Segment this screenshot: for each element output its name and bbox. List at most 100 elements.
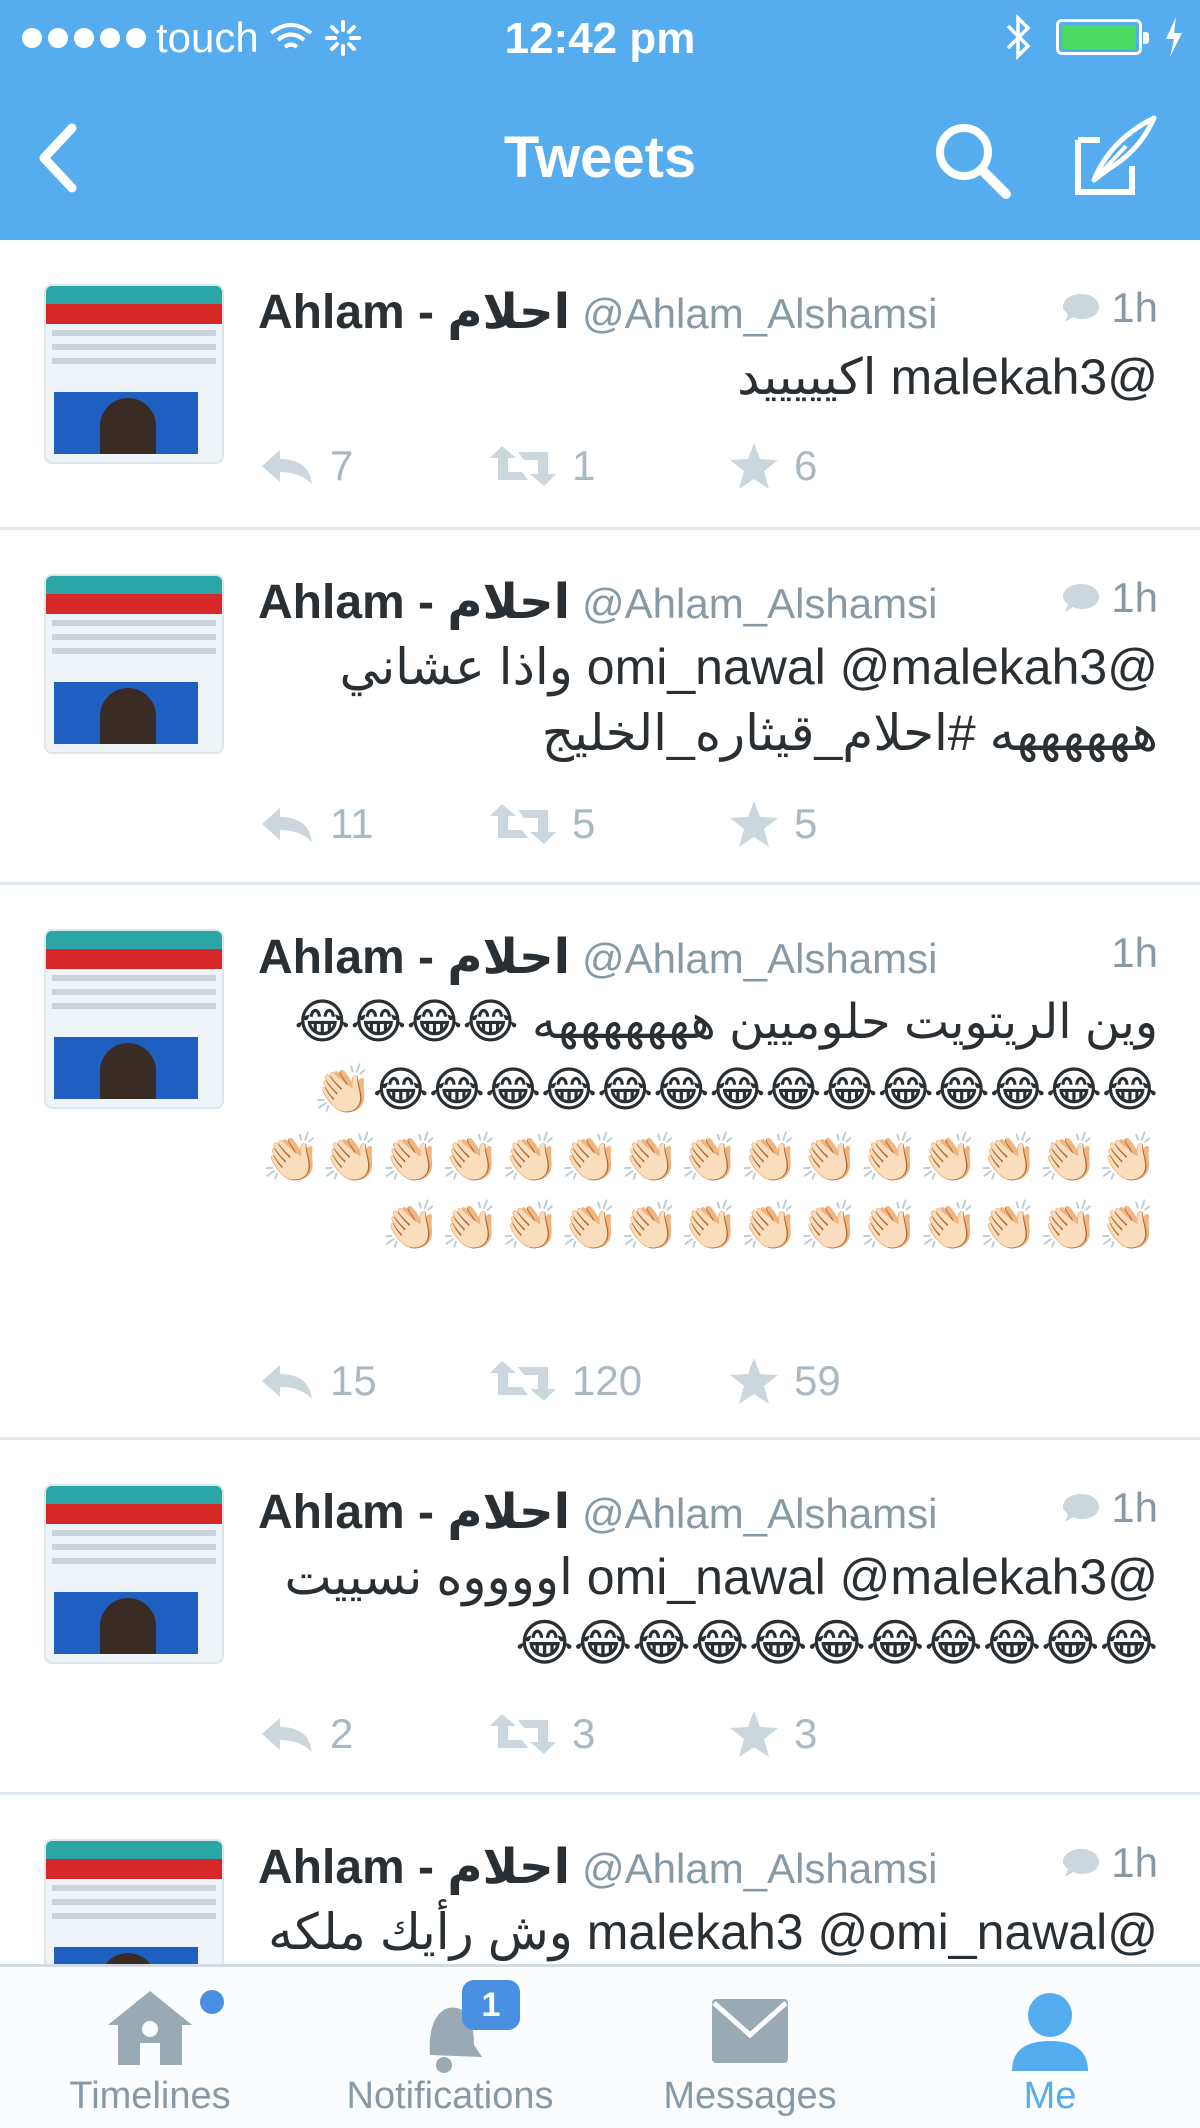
tweet-actions: 7 1 6 (258, 436, 928, 496)
retweet-count: 5 (572, 800, 596, 847)
reply-count: 11 (330, 800, 374, 847)
retweet-count: 120 (572, 1357, 643, 1404)
retweet-icon (490, 1361, 556, 1401)
reply-count: 7 (330, 442, 354, 489)
tweet-time: 1h (1111, 929, 1158, 976)
tab-label: Messages (663, 2075, 837, 2117)
tweet-header: Ahlam - احلام @Ahlam_Alshamsi 1h (258, 929, 1158, 989)
favorite-count: 6 (794, 442, 818, 489)
tweet-text: @omi_nawal @malekah3 اووووه نسييت 😂😂😂😂😂😂… (284, 1549, 1158, 1671)
tweet-text: @malekah3 اكيييييد (737, 349, 1158, 405)
avatar[interactable] (44, 1484, 224, 1664)
retweet-icon (490, 1714, 556, 1754)
reply-count: 2 (330, 1710, 354, 1757)
person-icon (1012, 1993, 1088, 2071)
star-icon (730, 443, 778, 489)
retweet-icon (490, 804, 556, 844)
tweet-author-name[interactable]: Ahlam - احلام (258, 1841, 570, 1894)
status-right (1004, 14, 1184, 60)
favorite-button[interactable]: 3 (728, 1709, 928, 1759)
retweet-button[interactable]: 5 (488, 800, 728, 848)
tab-messages[interactable]: Messages (600, 1967, 900, 2128)
tweet-text: @malekah3 @omi_nawal وش رأيك ملكه (268, 1904, 1158, 1960)
tweet-time: 1h (1111, 574, 1158, 621)
retweet-button[interactable]: 3 (488, 1710, 728, 1758)
tweet-item[interactable]: Ahlam - احلام @Ahlam_Alshamsi 1h @malekah… (0, 1795, 1200, 1964)
retweet-button[interactable]: 120 (488, 1357, 728, 1405)
tweet-time: 1h (1111, 1839, 1158, 1886)
tweet-text: وين الريتويت حلوميين هههههههه 😂😂😂😂😂😂😂😂😂😂… (261, 996, 1158, 1253)
tweet-header: Ahlam - احلام @Ahlam_Alshamsi 1h (258, 1839, 1158, 1899)
navigation-bar: Tweets (0, 80, 1200, 240)
tweet-author-name[interactable]: Ahlam - احلام (258, 1486, 570, 1539)
battery-icon (1056, 19, 1149, 55)
reply-icon (262, 450, 312, 484)
reply-button[interactable]: 11 (258, 800, 488, 848)
retweet-count: 3 (572, 1710, 596, 1757)
avatar[interactable] (44, 929, 224, 1109)
avatar[interactable] (44, 284, 224, 464)
favorite-button[interactable]: 6 (728, 441, 928, 491)
envelope-icon (712, 1999, 788, 2063)
tweet-actions: 11 5 5 (258, 794, 928, 854)
favorite-count: 5 (794, 800, 818, 847)
tab-label: Timelines (69, 2075, 231, 2117)
tab-label: Notifications (346, 2075, 554, 2117)
tweet-item[interactable]: Ahlam - احلام @Ahlam_Alshamsi 1h @malekah… (0, 240, 1200, 530)
tweet-timeline[interactable]: Ahlam - احلام @Ahlam_Alshamsi 1h @malekah… (0, 240, 1200, 1964)
tab-notifications[interactable]: Notifications (300, 1967, 600, 2128)
header: touch 12:42 pm Tweets (0, 0, 1200, 240)
status-bar: touch 12:42 pm (0, 0, 1200, 80)
tweet-author-name[interactable]: Ahlam - احلام (258, 931, 570, 984)
tab-label: Me (1023, 2075, 1077, 2117)
tweet-header: Ahlam - احلام @Ahlam_Alshamsi 1h (258, 574, 1158, 634)
retweet-button[interactable]: 1 (488, 442, 728, 490)
favorite-button[interactable]: 5 (728, 799, 928, 849)
home-icon (108, 1991, 192, 2065)
star-icon (730, 801, 778, 847)
unread-dot-badge (200, 1990, 224, 2014)
tweet-author-handle[interactable]: @Ahlam_Alshamsi (582, 1490, 937, 1537)
notifications-badge: 1 (462, 1980, 520, 2030)
favorite-button[interactable]: 59 (728, 1356, 928, 1406)
tweet-item[interactable]: Ahlam - احلام @Ahlam_Alshamsi 1h @omi_naw… (0, 1440, 1200, 1795)
retweet-count: 1 (572, 442, 596, 489)
tweet-actions: 15 120 59 (258, 1351, 928, 1411)
favorite-count: 3 (794, 1710, 818, 1757)
tweet-author-handle[interactable]: @Ahlam_Alshamsi (582, 290, 937, 337)
conversation-icon (1063, 1494, 1100, 1522)
tab-timelines[interactable]: Timelines (0, 1967, 300, 2128)
compose-tweet-icon[interactable] (1070, 110, 1160, 200)
tweet-item[interactable]: Ahlam - احلام @Ahlam_Alshamsi 1h وين الري… (0, 885, 1200, 1440)
bluetooth-icon (1006, 14, 1031, 60)
tweet-author-handle[interactable]: @Ahlam_Alshamsi (582, 580, 937, 627)
tweet-time: 1h (1111, 1484, 1158, 1531)
favorite-count: 59 (794, 1357, 841, 1404)
tweet-item[interactable]: Ahlam - احلام @Ahlam_Alshamsi 1h @omi_naw… (0, 530, 1200, 885)
avatar[interactable] (44, 1839, 224, 1964)
tab-me[interactable]: Me (900, 1967, 1200, 2128)
tweet-text: @omi_nawal @malekah3 واذا عشاني ههههههه … (339, 639, 1158, 761)
tweet-header: Ahlam - احلام @Ahlam_Alshamsi 1h (258, 1484, 1158, 1544)
tab-bar: Timelines Notifications Messages Me (0, 1964, 1200, 2128)
star-icon (730, 1358, 778, 1404)
tweet-author-handle[interactable]: @Ahlam_Alshamsi (582, 1845, 937, 1892)
reply-button[interactable]: 7 (258, 442, 488, 490)
reply-icon (262, 1718, 312, 1752)
reply-icon (262, 808, 312, 842)
tweet-author-name[interactable]: Ahlam - احلام (258, 576, 570, 629)
conversation-icon (1063, 1849, 1100, 1877)
tweet-time: 1h (1111, 284, 1158, 331)
reply-button[interactable]: 15 (258, 1357, 488, 1405)
avatar[interactable] (44, 574, 224, 754)
page-title: Tweets (503, 125, 697, 190)
conversation-icon (1063, 294, 1100, 322)
reply-icon (262, 1365, 312, 1399)
retweet-icon (490, 446, 556, 486)
reply-button[interactable]: 2 (258, 1710, 488, 1758)
tweet-header: Ahlam - احلام @Ahlam_Alshamsi 1h (258, 284, 1158, 344)
tweet-author-name[interactable]: Ahlam - احلام (258, 286, 570, 339)
search-icon[interactable] (930, 118, 1014, 202)
tweet-author-handle[interactable]: @Ahlam_Alshamsi (582, 935, 937, 982)
conversation-icon (1063, 584, 1100, 612)
